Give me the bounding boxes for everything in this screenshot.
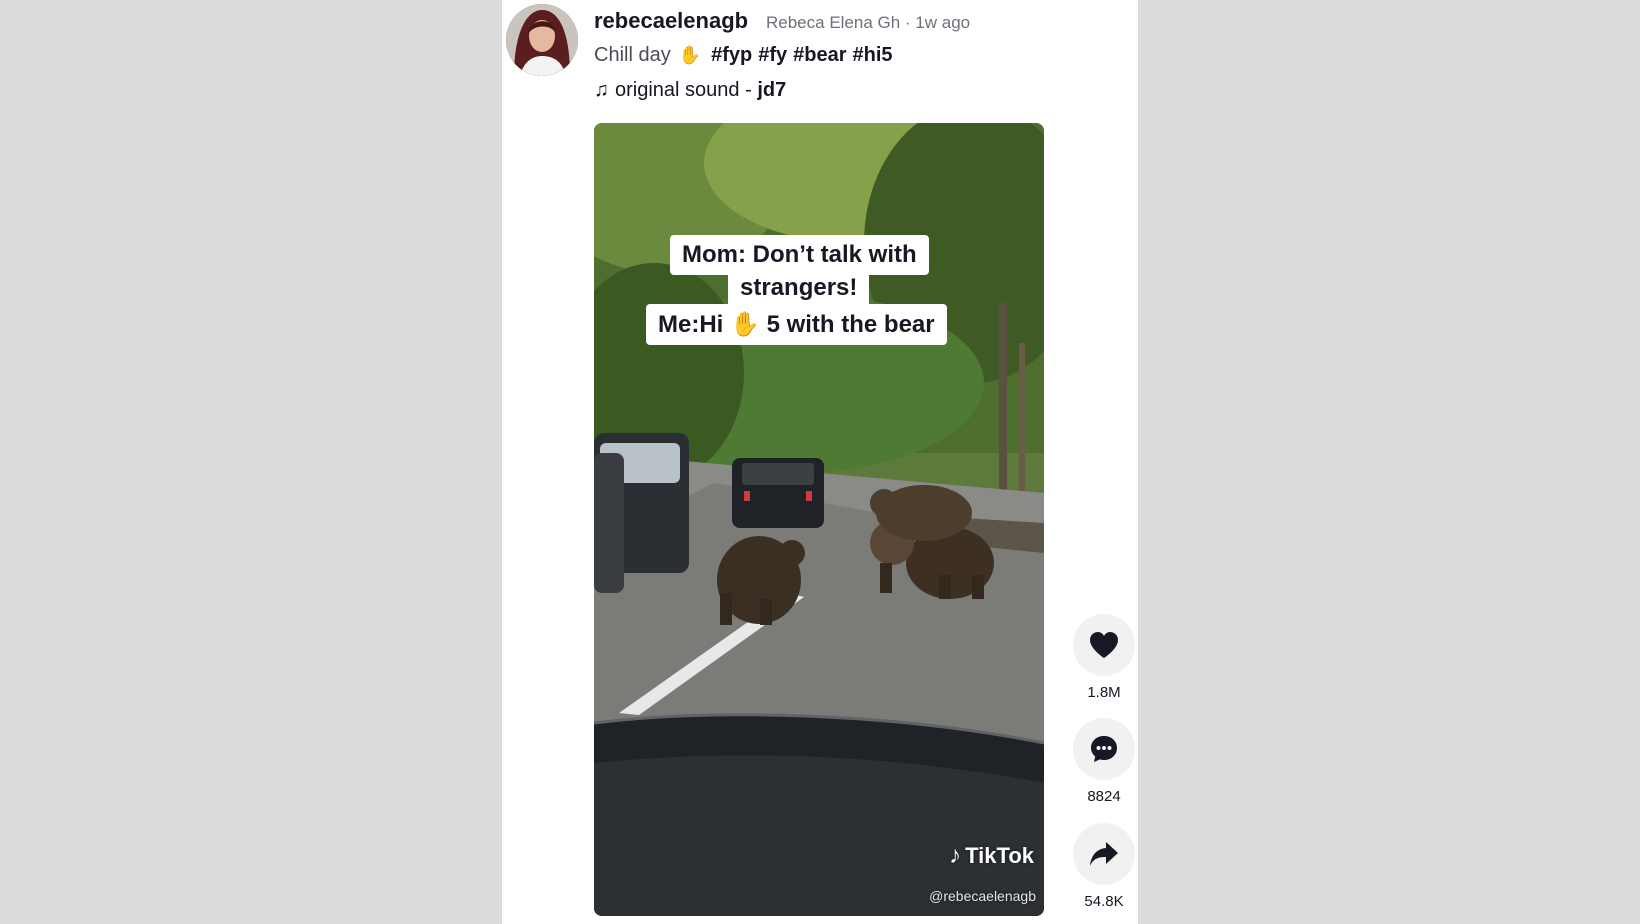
music-note-icon: ♫ — [594, 79, 609, 101]
comment-count: 8824 — [1087, 788, 1121, 805]
comment-icon — [1091, 736, 1117, 762]
share-action: 54.8K — [1072, 823, 1136, 910]
tiktok-logo-icon: ♪ — [949, 842, 962, 869]
heart-icon — [1090, 632, 1118, 658]
video-player[interactable]: Mom: Don’t talk with strangers! Me:Hi ✋ … — [594, 123, 1044, 916]
hashtag-fy[interactable]: #fy — [758, 44, 787, 66]
hashtag-hi5[interactable]: #hi5 — [853, 44, 893, 66]
watermark-text: TikTok — [965, 843, 1034, 868]
share-button[interactable] — [1073, 823, 1135, 885]
share-arrow-icon — [1090, 842, 1118, 866]
avatar[interactable] — [506, 4, 578, 76]
caption-text: Chill day — [594, 44, 671, 66]
overlay-line-3-start: Me:Hi — [658, 311, 724, 338]
sound-prefix: original sound - — [615, 79, 758, 101]
sound-link[interactable]: ♫ original sound - jd7 — [594, 79, 786, 102]
hashtag-bear[interactable]: #bear — [793, 44, 846, 66]
video-overlay-line-3: Me:Hi ✋ 5 with the bear — [646, 304, 947, 345]
author-meta: Rebeca Elena Gh · 1w ago — [766, 13, 971, 32]
post-caption: Chill day ✋ #fyp #fy #bear #hi5 — [594, 44, 893, 67]
comment-button[interactable] — [1073, 718, 1135, 780]
tiktok-watermark: ♪ TikTok — [949, 842, 1034, 870]
overlay-line-3-end: 5 with the bear — [766, 311, 935, 338]
comment-action: 8824 — [1072, 718, 1136, 805]
username[interactable]: rebecaelenagb — [594, 8, 748, 34]
like-count: 1.8M — [1087, 684, 1121, 701]
waving-hand-icon: ✋ — [678, 45, 702, 65]
waving-hand-icon: ✋ — [730, 311, 760, 338]
share-count: 54.8K — [1084, 893, 1124, 910]
video-overlay-line-2: strangers! — [728, 268, 870, 308]
like-button[interactable] — [1073, 614, 1135, 676]
watermark-handle: @rebecaelenagb — [929, 888, 1036, 904]
tiktok-post: rebecaelenagb Rebeca Elena Gh · 1w ago C… — [502, 0, 1138, 924]
like-action: 1.8M — [1072, 614, 1136, 701]
sound-artist: jd7 — [757, 79, 787, 101]
hashtag-fyp[interactable]: #fyp — [711, 44, 752, 66]
